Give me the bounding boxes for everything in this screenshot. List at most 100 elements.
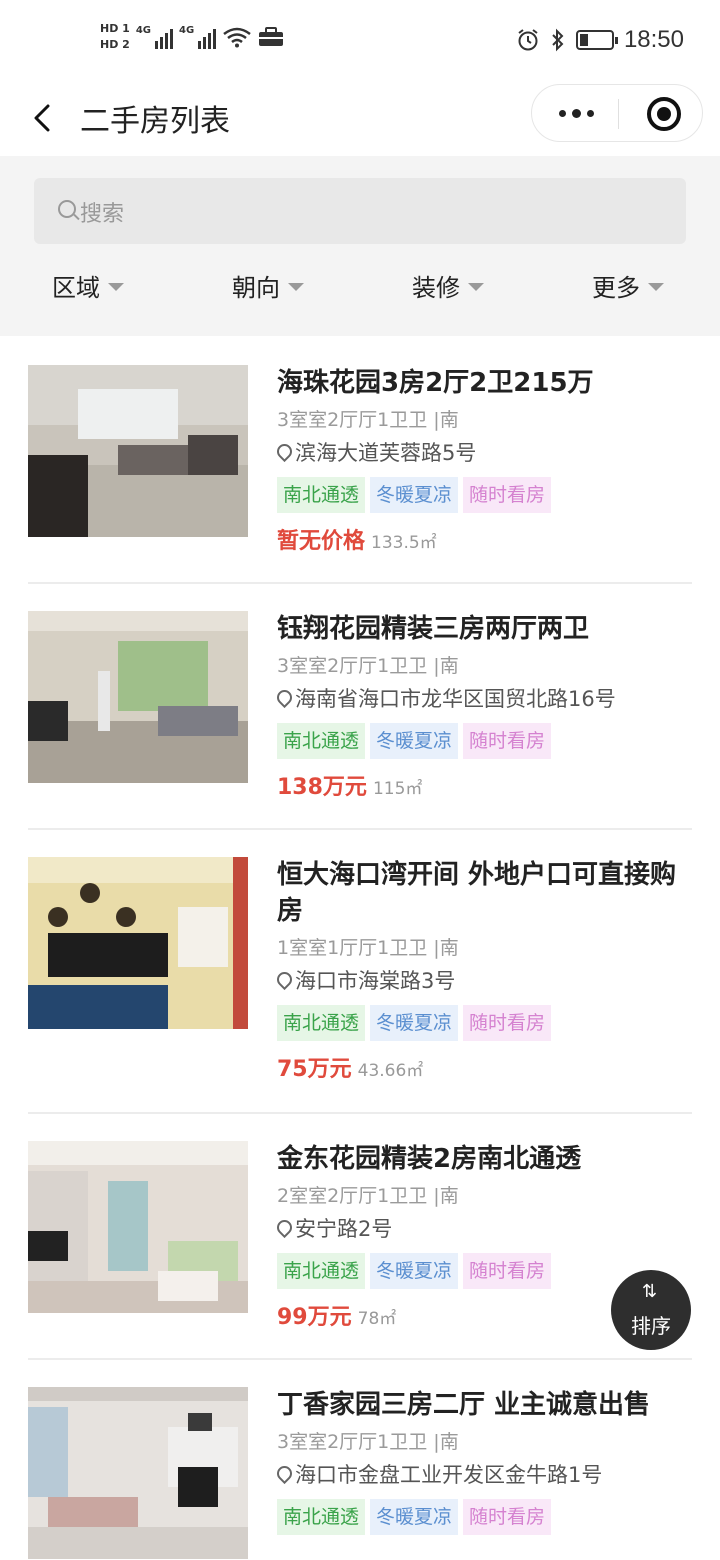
listing-title: 海珠花园3房2厅2卫215万 (277, 368, 594, 398)
listing-layout: 3室室2厅厅1卫卫 |南 (277, 655, 459, 677)
network-type-label-2: 4G (179, 25, 195, 36)
clock: 18:50 (623, 26, 684, 53)
battery-icon (575, 30, 618, 50)
listing-info: 丁香家园三房二厅 业主诚意出售 3室室2厅厅1卫卫 |南 海口市金盘工业开发区金… (277, 1387, 692, 1535)
tag: 随时看房 (463, 1499, 552, 1535)
price-line: 138万元 115㎡ (277, 769, 692, 801)
listing-address: 海口市金盘工业开发区金牛路1号 (277, 1461, 692, 1489)
listing-title: 钰翔花园精装三房两厅两卫 (277, 614, 590, 644)
price-line: 75万元 43.66㎡ (277, 1051, 692, 1083)
listing-photo (28, 611, 248, 783)
filter-region[interactable]: 区域 (52, 268, 124, 303)
wifi-icon (223, 27, 251, 48)
address-text: 海口市海棠路3号 (295, 969, 456, 993)
divider (28, 1358, 692, 1360)
close-target-icon[interactable] (647, 97, 681, 131)
search-icon (58, 200, 76, 218)
location-pin-icon (277, 690, 291, 708)
tag: 随时看房 (463, 1253, 552, 1289)
capsule-divider (618, 99, 619, 129)
caret-down-icon (108, 282, 124, 291)
listing-tags: 南北通透 冬暖夏凉 随时看房 (277, 477, 692, 513)
caret-down-icon (288, 282, 304, 291)
listing-info: 钰翔花园精装三房两厅两卫 3室室2厅厅1卫卫 |南 海南省海口市龙华区国贸北路1… (277, 611, 692, 801)
briefcase-icon (259, 27, 284, 46)
listing-tags: 南北通透 冬暖夏凉 随时看房 (277, 723, 692, 759)
tag: 随时看房 (463, 477, 552, 513)
signal-icon: 4G (136, 25, 173, 49)
listing-address: 海南省海口市龙华区国贸北路16号 (277, 685, 692, 713)
tag: 南北通透 (277, 723, 366, 759)
filter-panel: 搜索 区域 朝向 装修 更多 (0, 156, 720, 336)
listing-tags: 南北通透 冬暖夏凉 随时看房 (277, 1005, 692, 1041)
caret-down-icon (648, 282, 664, 291)
listing-area: 115㎡ (372, 779, 423, 799)
listing-area: 78㎡ (357, 1309, 397, 1329)
filter-label: 朝向 (232, 274, 280, 302)
tag: 随时看房 (463, 1005, 552, 1041)
filter-label: 区域 (52, 274, 100, 302)
tag: 南北通透 (277, 1253, 366, 1289)
listing-photo (28, 857, 248, 1029)
listing-tags: 南北通透 冬暖夏凉 随时看房 (277, 1499, 692, 1535)
filter-decoration[interactable]: 装修 (412, 268, 484, 303)
search-placeholder: 搜索 (80, 202, 125, 227)
status-bar: HD 1 HD 2 4G 4G 18:50 (0, 0, 720, 84)
caret-down-icon (468, 282, 484, 291)
tag: 冬暖夏凉 (370, 477, 459, 513)
listing-layout: 1室室1厅厅1卫卫 |南 (277, 937, 459, 959)
filter-label: 更多 (592, 274, 640, 302)
tag: 南北通透 (277, 1005, 366, 1041)
listing-photo (28, 1387, 248, 1559)
tag: 冬暖夏凉 (370, 1253, 459, 1289)
bluetooth-icon (552, 28, 564, 52)
listing-photo (28, 365, 248, 537)
divider (28, 828, 692, 830)
more-dots-icon[interactable] (554, 101, 598, 125)
address-text: 滨海大道芙蓉路5号 (295, 441, 477, 465)
listing-address: 安宁路2号 (277, 1215, 692, 1243)
listing-price: 138万元 (277, 775, 367, 800)
listing-layout: 3室室2厅厅1卫卫 |南 (277, 409, 459, 431)
listing-layout: 3室室2厅厅1卫卫 |南 (277, 1431, 459, 1453)
listing-price: 暂无价格 (277, 529, 366, 554)
back-arrow-icon[interactable] (26, 98, 66, 138)
page-title: 二手房列表 (80, 104, 230, 139)
sim2-label: HD 2 (100, 38, 130, 51)
address-text: 海口市金盘工业开发区金牛路1号 (295, 1463, 603, 1487)
status-right: 18:50 (516, 26, 684, 54)
sort-label: 排序 (631, 1314, 671, 1338)
address-text: 安宁路2号 (295, 1217, 393, 1241)
filter-more[interactable]: 更多 (592, 268, 664, 303)
listing-photo (28, 1141, 248, 1313)
price-line: 暂无价格 133.5㎡ (277, 523, 692, 555)
listing-price: 99万元 (277, 1305, 352, 1330)
listing-list: 海珠花园3房2厅2卫215万 3室室2厅厅1卫卫 |南 滨海大道芙蓉路5号 南北… (0, 336, 720, 1560)
tag: 南北通透 (277, 477, 366, 513)
listing-info: 恒大海口湾开间 外地户口可直接购房 1室室1厅厅1卫卫 |南 海口市海棠路3号 … (277, 857, 692, 1083)
filter-label: 装修 (412, 274, 460, 302)
listing-info: 海珠花园3房2厅2卫215万 3室室2厅厅1卫卫 |南 滨海大道芙蓉路5号 南北… (277, 365, 692, 555)
tag: 随时看房 (463, 723, 552, 759)
signal-icon-2: 4G (179, 25, 217, 49)
tag: 南北通透 (277, 1499, 366, 1535)
miniapp-capsule (531, 84, 703, 142)
listing-layout: 2室室2厅厅1卫卫 |南 (277, 1185, 459, 1207)
address-text: 海南省海口市龙华区国贸北路16号 (295, 687, 616, 711)
filter-bar: 区域 朝向 装修 更多 (0, 268, 720, 308)
listing-address: 滨海大道芙蓉路5号 (277, 439, 692, 467)
location-pin-icon (277, 1466, 291, 1484)
location-pin-icon (277, 972, 291, 990)
tag: 冬暖夏凉 (370, 1499, 459, 1535)
listing-title: 丁香家园三房二厅 业主诚意出售 (277, 1390, 651, 1420)
filter-orientation[interactable]: 朝向 (232, 268, 304, 303)
search-input[interactable]: 搜索 (34, 178, 686, 244)
sim1-label: HD 1 (100, 22, 130, 35)
sim-indicators: HD 1 HD 2 (100, 22, 130, 52)
divider (28, 1112, 692, 1114)
alarm-icon (518, 29, 538, 51)
tag: 冬暖夏凉 (370, 723, 459, 759)
listing-price: 75万元 (277, 1057, 352, 1082)
sort-button[interactable]: ⇅ 排序 (611, 1270, 691, 1350)
listing-area: 43.66㎡ (357, 1061, 424, 1081)
